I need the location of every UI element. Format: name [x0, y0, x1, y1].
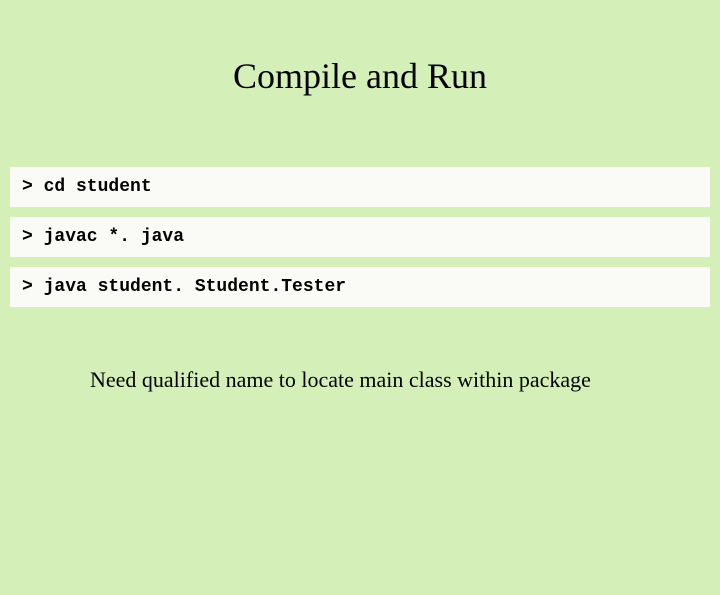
- explanation-note: Need qualified name to locate main class…: [90, 367, 720, 393]
- command-line-2: > javac *. java: [10, 217, 710, 257]
- command-line-1: > cd student: [10, 167, 710, 207]
- command-line-3: > java student. Student.Tester: [10, 267, 710, 307]
- slide-title: Compile and Run: [0, 55, 720, 97]
